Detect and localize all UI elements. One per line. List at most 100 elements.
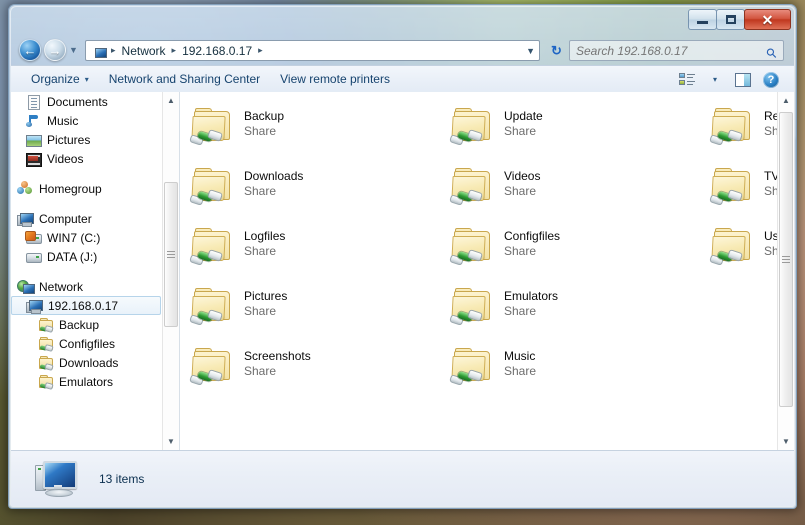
change-view-button[interactable] <box>674 69 700 91</box>
refresh-button[interactable]: ↻ <box>546 40 567 61</box>
organize-label: Organize <box>31 72 80 86</box>
file-tile[interactable]: Configfiles Share <box>449 220 710 280</box>
shared-folder-icon <box>449 284 498 332</box>
recent-pages-dropdown[interactable]: ▼ <box>68 45 79 55</box>
view-remote-printers-button[interactable]: View remote printers <box>270 68 400 91</box>
sidebar-item-data-j[interactable]: DATA (J:) <box>11 247 163 266</box>
sidebar-item-backup[interactable]: Backup <box>11 315 163 334</box>
triangle-up-icon: ▲ <box>167 96 175 105</box>
shared-folder-icon <box>449 344 498 392</box>
sidebar-item-computer[interactable]: Computer <box>11 209 163 228</box>
navigation-pane-scrollbar[interactable]: ▲ ▼ <box>162 92 179 450</box>
file-tile-text: Logfiles Share <box>244 224 285 259</box>
computer-icon <box>17 211 34 227</box>
file-tile-type: Share <box>504 124 537 138</box>
change-view-icon <box>678 72 696 87</box>
help-button[interactable]: ? <box>758 69 784 91</box>
file-tile[interactable]: Pictures Share <box>189 280 450 340</box>
sidebar-item-label: Computer <box>39 211 92 226</box>
file-tile[interactable]: Emulators Share <box>449 280 710 340</box>
minimize-icon <box>697 21 708 24</box>
file-tile-type: Share <box>244 304 277 318</box>
sidebar-item-label: Configfiles <box>59 336 116 351</box>
sidebar-item-label: Videos <box>47 151 84 166</box>
close-button[interactable]: ✕ <box>744 9 791 30</box>
forward-button[interactable]: → <box>44 39 66 61</box>
shared-folder-icon <box>37 355 54 371</box>
sidebar-item-downloads[interactable]: Downloads <box>11 353 163 372</box>
back-button[interactable]: ← <box>19 39 41 61</box>
file-tile-text: Update Share <box>504 104 543 139</box>
triangle-down-icon: ▼ <box>167 437 175 446</box>
breadcrumb-item-network[interactable]: Network <box>120 44 168 58</box>
sidebar-item-emulators[interactable]: Emulators <box>11 372 163 391</box>
scroll-down-button[interactable]: ▼ <box>163 433 179 450</box>
scroll-up-button[interactable]: ▲ <box>163 92 179 109</box>
file-tile-text: Downloads Share <box>244 164 303 199</box>
file-tile-text: Pictures Share <box>244 284 287 319</box>
sidebar-item-network[interactable]: Network <box>11 277 163 296</box>
harddrive-icon <box>25 230 42 246</box>
shared-folder-icon <box>189 344 238 392</box>
shared-folder-icon <box>189 224 238 272</box>
scroll-down-button[interactable]: ▼ <box>778 433 794 450</box>
maximize-button[interactable] <box>716 9 745 30</box>
videos-icon <box>25 151 42 167</box>
sidebar-item-homegroup[interactable]: Homegroup <box>11 179 163 198</box>
navigation-pane: Documents Music Pictures Videos Homegroup Com… <box>11 92 180 450</box>
sidebar-item-win7-c[interactable]: WIN7 (C:) <box>11 228 163 247</box>
show-preview-pane-button[interactable] <box>730 69 756 91</box>
scroll-up-button[interactable]: ▲ <box>778 92 794 109</box>
chevron-down-icon: ▾ <box>84 75 89 84</box>
breadcrumb-dropdown-icon[interactable]: ▼ <box>526 46 535 56</box>
organize-button[interactable]: Organize ▾ <box>21 68 99 91</box>
file-tile[interactable]: Logfiles Share <box>189 220 450 280</box>
help-icon: ? <box>763 71 779 88</box>
shared-folder-icon <box>37 336 54 352</box>
sidebar-item-documents[interactable]: Documents <box>11 92 163 111</box>
sidebar-item-label: WIN7 (C:) <box>47 230 101 245</box>
file-tile-name: Backup <box>244 109 285 123</box>
shared-folder-icon <box>449 104 498 152</box>
network-and-sharing-center-button[interactable]: Network and Sharing Center <box>99 68 270 91</box>
sidebar-item-label: Pictures <box>47 132 91 147</box>
sidebar-item-192-168-0-17[interactable]: 192.168.0.17 <box>11 296 161 315</box>
search-input[interactable] <box>570 42 767 59</box>
sidebar-item-configfiles[interactable]: Configfiles <box>11 334 163 353</box>
command-bar: Organize ▾ Network and Sharing Center Vi… <box>11 65 794 94</box>
nav-group-spacer <box>11 266 163 277</box>
sidebar-item-videos[interactable]: Videos <box>11 149 163 168</box>
document-icon <box>25 94 41 110</box>
breadcrumb[interactable]: ▸ Network ▸ 192.168.0.17 ▸ ▼ <box>85 40 540 61</box>
pictures-icon <box>25 132 42 148</box>
file-tile[interactable]: Update Share <box>449 100 710 160</box>
file-tile[interactable]: Screenshots Share <box>189 340 450 400</box>
file-list-pane[interactable]: Backup Share Downloads Share Logfiles Share Pi… <box>180 92 794 450</box>
title-bar: ✕ <box>9 5 796 35</box>
change-view-dropdown[interactable]: ▾ <box>702 69 728 91</box>
file-tile[interactable]: Videos Share <box>449 160 710 220</box>
shared-folder-icon <box>37 317 54 333</box>
file-tile[interactable]: Music Share <box>449 340 710 400</box>
file-tile-text: Emulators Share <box>504 284 558 319</box>
file-tile-name: Emulators <box>504 289 559 303</box>
sidebar-item-label: 192.168.0.17 <box>48 298 119 313</box>
file-tile[interactable]: Downloads Share <box>189 160 450 220</box>
search-box[interactable]: ⚲ <box>569 40 784 61</box>
minimize-button[interactable] <box>688 9 717 30</box>
file-list-scrollbar[interactable]: ▲ ▼ <box>777 92 794 450</box>
shared-folder-icon <box>189 104 238 152</box>
scrollbar-thumb[interactable] <box>164 182 178 327</box>
file-tile-name: Update <box>504 109 543 123</box>
file-tile-type: Share <box>244 364 277 378</box>
computer-icon <box>33 457 81 501</box>
breadcrumb-item-host[interactable]: 192.168.0.17 <box>180 44 254 58</box>
file-tile-text: Configfiles Share <box>504 224 560 259</box>
nav-group-spacer <box>11 168 163 179</box>
sidebar-item-music[interactable]: Music <box>11 111 163 130</box>
scrollbar-thumb[interactable] <box>779 112 793 407</box>
file-tile[interactable]: Backup Share <box>189 100 450 160</box>
shared-folder-icon <box>189 164 238 212</box>
sidebar-item-pictures[interactable]: Pictures <box>11 130 163 149</box>
search-icon[interactable]: ⚲ <box>763 39 786 62</box>
